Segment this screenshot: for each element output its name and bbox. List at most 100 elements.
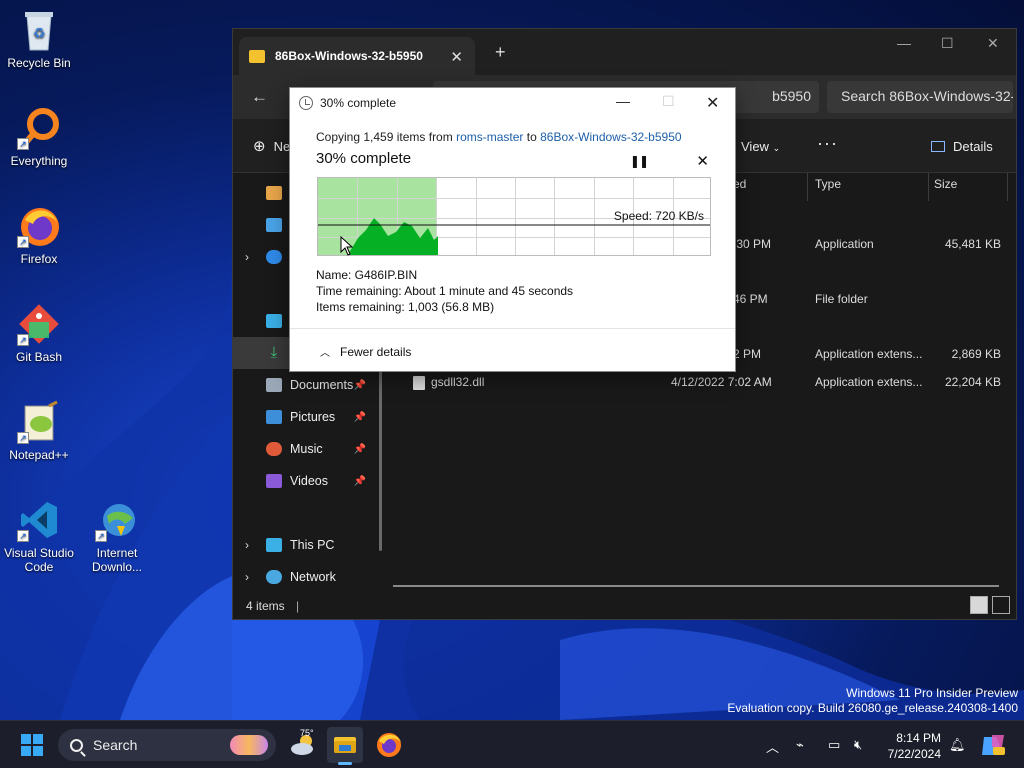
watermark-build: Evaluation copy. Build 26080.ge_release.… xyxy=(727,701,1018,715)
window-close-button[interactable]: ✕ xyxy=(987,35,999,52)
tab-title: 86Box-Windows-32-b5950 xyxy=(275,49,423,63)
nav-item-music[interactable]: Music 📌 xyxy=(233,433,378,465)
nav-item-label: Music xyxy=(290,442,323,456)
tiles-view-icon[interactable] xyxy=(992,596,1010,614)
column-divider[interactable] xyxy=(1007,173,1008,201)
details-button-label: Details xyxy=(953,139,993,154)
volume-muted-icon[interactable]: 🔇︎ xyxy=(854,737,862,753)
desktop-icon-recycle-bin[interactable]: ♻ Recycle Bin xyxy=(0,8,78,70)
search-input[interactable]: Search 86Box-Windows-32-b xyxy=(827,81,1013,113)
start-button[interactable] xyxy=(21,734,43,756)
nav-item-label: This PC xyxy=(290,538,335,552)
column-header-type[interactable]: Type xyxy=(815,177,841,191)
clock-icon xyxy=(299,96,313,110)
destination-link[interactable]: 86Box-Windows-32-b5950 xyxy=(540,130,681,144)
firefox-icon xyxy=(377,733,401,757)
dialog-minimize-button[interactable]: — xyxy=(616,93,630,109)
source-link[interactable]: roms-master xyxy=(456,130,523,144)
back-arrow-icon[interactable]: ← xyxy=(251,87,268,107)
vscode-icon: ↗ xyxy=(17,498,61,542)
firefox-icon: ↗ xyxy=(17,204,61,248)
nav-item-label: Documents xyxy=(290,378,354,392)
display-icon[interactable]: ▭ xyxy=(828,737,840,753)
network-disconnected-icon[interactable]: ⌁ xyxy=(796,737,804,753)
time-remaining: Time remaining: About 1 minute and 45 se… xyxy=(316,284,574,298)
taskbar-file-explorer[interactable] xyxy=(327,727,363,765)
details-pane-button[interactable]: Details xyxy=(931,139,993,154)
watermark-edition: Windows 11 Pro Insider Preview xyxy=(846,686,1018,700)
system-clock[interactable]: 8:14 PM 7/22/2024 xyxy=(875,730,941,762)
minimize-button[interactable]: — xyxy=(897,35,911,51)
copy-progress-dialog: 30% complete — ☐ ✕ Copying 1,459 items f… xyxy=(289,87,736,372)
desktop-icon-label: Firefox xyxy=(20,252,58,266)
notification-bell-icon[interactable]: 🔔︎ xyxy=(949,737,966,753)
show-hidden-icons-chevron-icon[interactable]: ︿ xyxy=(766,737,779,756)
copilot-icon[interactable] xyxy=(980,733,1006,757)
file-size: 2,869 KB xyxy=(951,347,1001,361)
shortcut-arrow-icon: ↗ xyxy=(17,236,29,248)
desktop-folder-icon xyxy=(266,314,282,328)
file-size: 45,481 KB xyxy=(944,237,1001,251)
pin-icon: 📌 xyxy=(353,379,366,391)
column-header-size[interactable]: Size xyxy=(934,177,957,191)
desktop-icon-vscode[interactable]: ↗ Visual Studio Code xyxy=(0,498,78,574)
details-pane-icon xyxy=(931,141,945,152)
chevron-right-icon: › xyxy=(245,250,249,264)
desktop-icon-git-bash[interactable]: ↗ Git Bash xyxy=(0,302,78,364)
desktop-icon-notepad-plus-plus[interactable]: ↗ Notepad++ xyxy=(0,400,78,462)
shortcut-arrow-icon: ↗ xyxy=(17,138,29,150)
taskbar: Search 75° ︿ ⌁ ▭ 🔇︎ 8:14 PM 7/22/2024 🔔︎ xyxy=(0,720,1024,768)
desktop-icon-everything[interactable]: ↗ Everything xyxy=(0,106,78,168)
cancel-button[interactable]: ✕ xyxy=(696,152,709,170)
fewer-details-label: Fewer details xyxy=(340,345,412,359)
tab-close-icon[interactable]: ✕ xyxy=(450,48,463,66)
pause-button[interactable]: ❚❚ xyxy=(630,154,649,168)
clock-time: 8:14 PM xyxy=(896,731,941,745)
maximize-button[interactable]: ☐ xyxy=(941,35,954,52)
search-highlight-icon xyxy=(230,735,268,755)
nav-item-label: Network xyxy=(290,570,336,584)
current-file-name: Name: G486IP.BIN xyxy=(316,268,418,282)
view-button[interactable]: View ⌄ xyxy=(741,139,780,154)
dialog-maximize-button: ☐ xyxy=(662,93,675,109)
file-date: 4/12/2022 7:02 AM xyxy=(671,375,772,389)
idm-globe-icon: ↗ xyxy=(95,498,139,542)
nav-item-documents[interactable]: Documents 📌 xyxy=(233,369,378,401)
file-date: 2 PM xyxy=(733,347,762,361)
pin-icon: 📌 xyxy=(353,475,366,487)
nav-item-pictures[interactable]: Pictures 📌 xyxy=(233,401,378,433)
taskbar-firefox[interactable] xyxy=(371,727,407,763)
nav-item-videos[interactable]: Videos 📌 xyxy=(233,465,378,497)
column-divider[interactable] xyxy=(807,173,808,201)
network-icon xyxy=(266,570,282,584)
explorer-tab[interactable]: 86Box-Windows-32-b5950 ✕ xyxy=(239,37,475,75)
table-row[interactable]: gsdll32.dll 4/12/2022 7:02 AM Applicatio… xyxy=(391,372,1011,394)
shortcut-arrow-icon: ↗ xyxy=(95,530,107,542)
new-tab-button[interactable]: + xyxy=(495,42,506,63)
nav-item-network[interactable]: › Network xyxy=(233,561,378,593)
notepad-plus-plus-icon: ↗ xyxy=(17,400,61,444)
file-explorer-icon xyxy=(334,737,356,753)
details-view-icon[interactable] xyxy=(970,596,988,614)
gallery-icon xyxy=(266,218,282,232)
column-divider[interactable] xyxy=(928,173,929,201)
desktop-icon-internet-download-manager[interactable]: ↗ Internet Downlo... xyxy=(78,498,156,574)
horizontal-scrollbar[interactable] xyxy=(393,585,999,587)
dialog-close-button[interactable]: ✕ xyxy=(706,93,719,113)
new-button[interactable]: ⊕ Ne xyxy=(253,137,290,155)
desktop-icon-firefox[interactable]: ↗ Firefox xyxy=(0,204,78,266)
windows-watermark: Windows 11 Pro Insider Preview Evaluatio… xyxy=(727,686,1018,716)
more-options-button[interactable]: ··· xyxy=(817,133,838,154)
this-pc-icon xyxy=(266,538,282,552)
file-type: Application extens... xyxy=(815,347,923,361)
fewer-details-button[interactable]: ︿ Fewer details xyxy=(320,344,411,359)
nav-item-label: Videos xyxy=(290,474,328,488)
file-type: File folder xyxy=(815,292,868,306)
desktop-icon-label: Notepad++ xyxy=(9,448,69,462)
weather-widget[interactable]: 75° xyxy=(288,728,318,759)
view-toggles xyxy=(970,596,1010,614)
nav-item-this-pc[interactable]: › This PC xyxy=(233,529,378,561)
pin-icon: 📌 xyxy=(353,411,366,423)
taskbar-search[interactable]: Search xyxy=(58,729,276,761)
desktop-icon-label: Internet Downlo... xyxy=(91,546,143,574)
